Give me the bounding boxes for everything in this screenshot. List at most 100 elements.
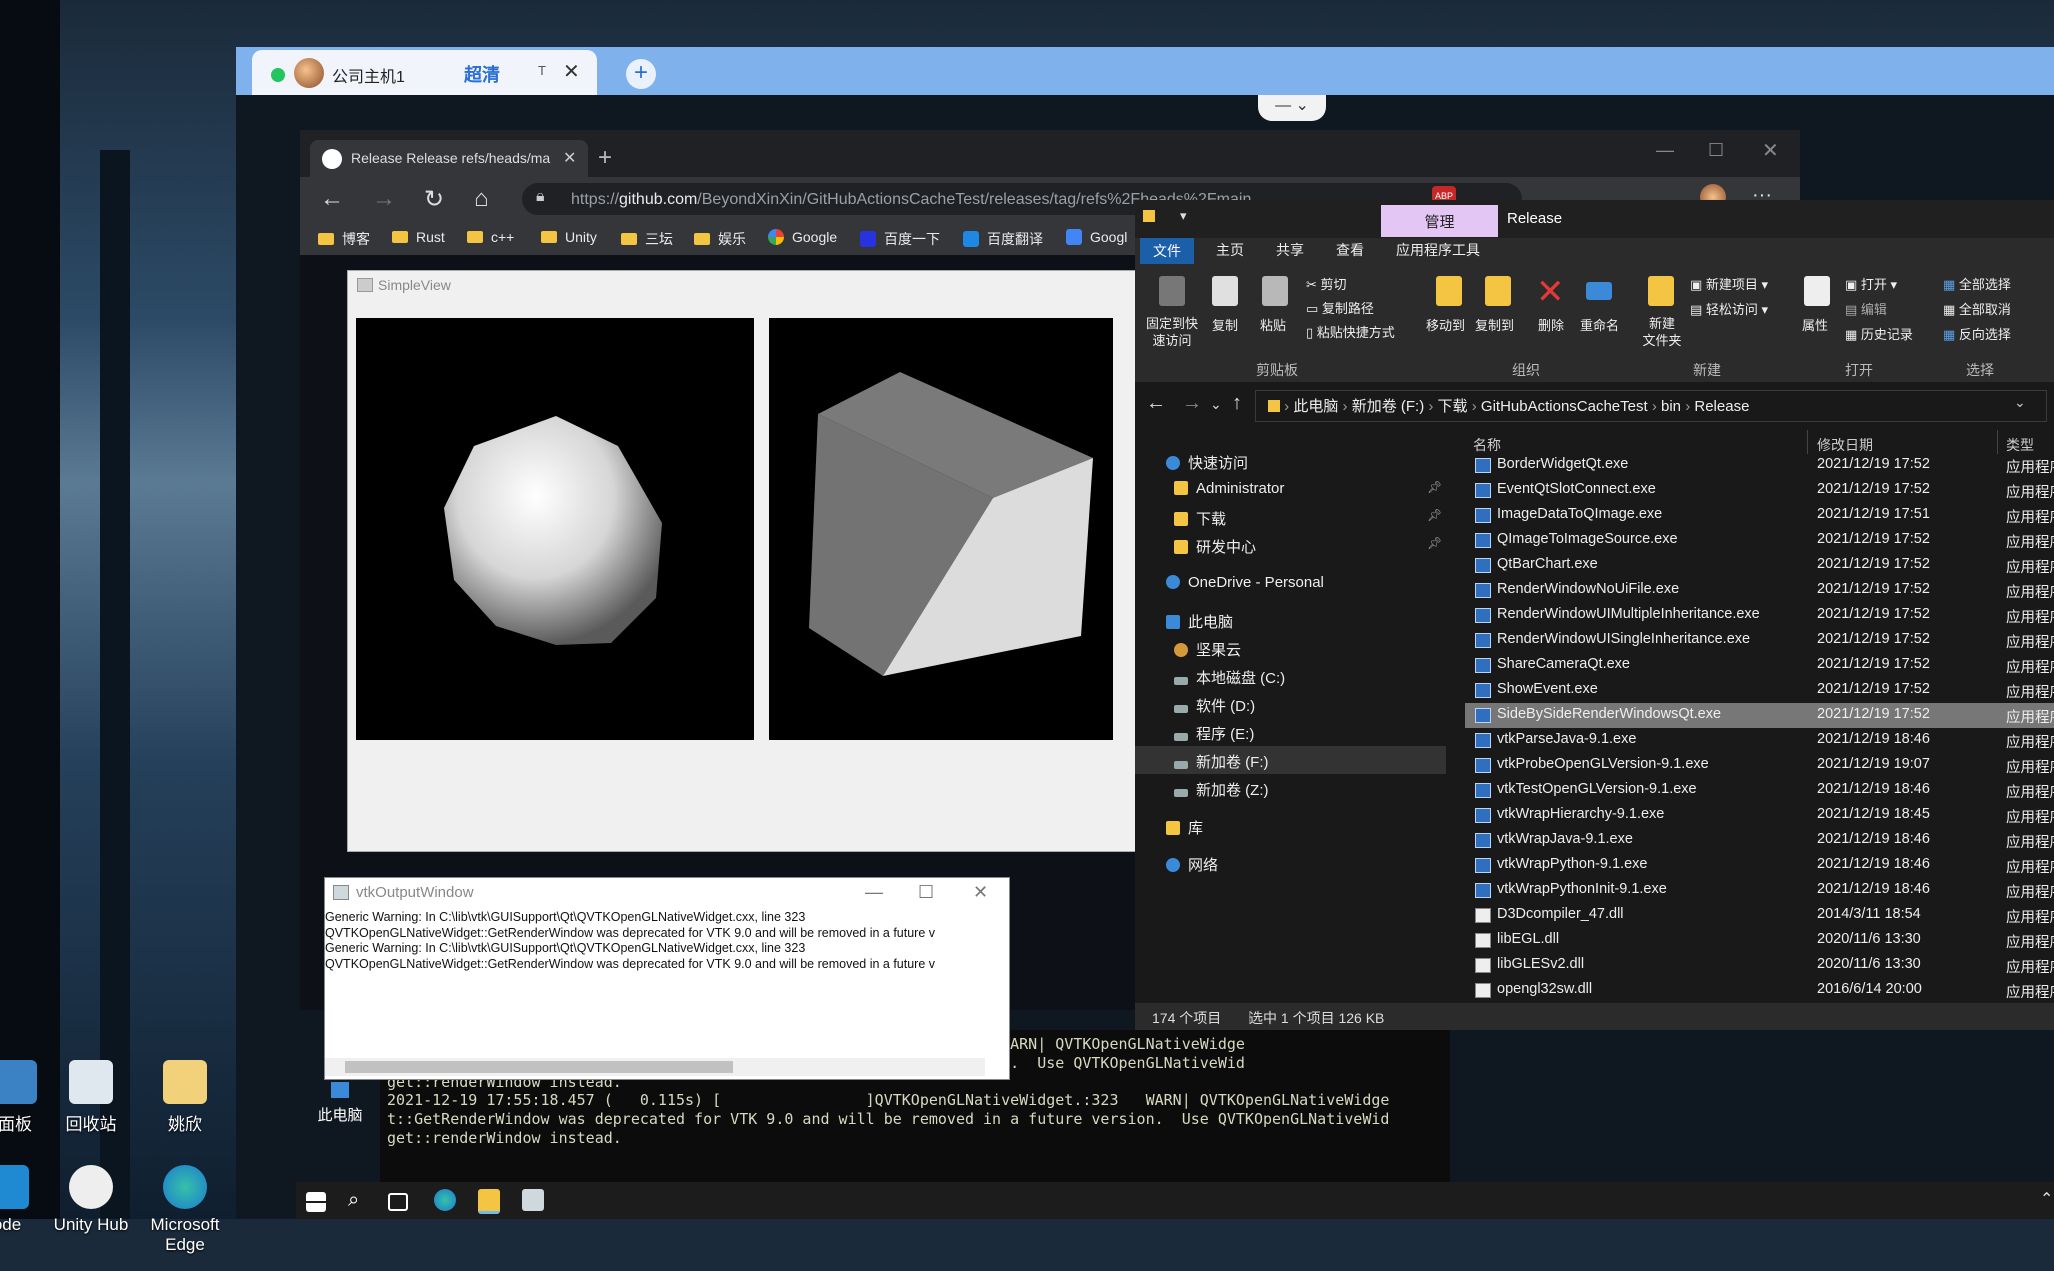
table-row[interactable]: RenderWindowUIMultipleInheritance.exe 202… <box>1465 603 2054 628</box>
table-row[interactable]: ShowEvent.exe 2021/12/19 17:52 应用程序 <box>1465 678 2054 703</box>
column-header-name[interactable]: 名称 <box>1473 435 1501 455</box>
column-divider[interactable] <box>1807 430 1808 454</box>
copy-button[interactable]: 复制 <box>1212 315 1238 334</box>
vtk-app-taskbar-icon[interactable] <box>522 1189 544 1211</box>
copy-to-button[interactable]: 复制到 <box>1475 315 1514 334</box>
bookmark-entertainment[interactable]: 娱乐 <box>694 229 746 249</box>
explorer-taskbar-icon[interactable] <box>478 1189 500 1214</box>
table-row[interactable]: BorderWidgetQt.exe 2021/12/19 17:52 应用程序 <box>1465 453 2054 478</box>
table-row[interactable]: vtkWrapPython-9.1.exe 2021/12/19 18:46 应用程… <box>1465 853 2054 878</box>
nav-drive-e[interactable]: 程序 (E:) <box>1174 723 1254 744</box>
table-row[interactable]: vtkParseJava-9.1.exe 2021/12/19 18:46 应用程序 <box>1465 728 2054 753</box>
forward-icon[interactable]: → <box>1182 392 1202 415</box>
nav-libraries[interactable]: 库 <box>1166 817 1203 838</box>
minimize-icon[interactable]: — <box>865 882 883 903</box>
close-window-icon[interactable]: ✕ <box>1762 138 1779 163</box>
nav-drive-d[interactable]: 软件 (D:) <box>1174 695 1255 716</box>
table-row[interactable]: libGLESv2.dll 2020/11/6 13:30 应用程序 <box>1465 953 2054 978</box>
bookmark-unity[interactable]: Unity <box>541 229 597 245</box>
select-none-button[interactable]: ▦ 全部取消 <box>1943 299 2011 318</box>
chevron-up-icon[interactable]: ⌃ <box>2040 1189 2053 1209</box>
history-button[interactable]: ▦ 历史记录 <box>1845 324 1913 343</box>
home-icon[interactable]: ⌂ <box>474 185 489 213</box>
table-row[interactable]: D3Dcompiler_47.dll 2014/3/11 18:54 应用程序 <box>1465 903 2054 928</box>
table-row[interactable]: ShareCameraQt.exe 2021/12/19 17:52 应用程序 <box>1465 653 2054 678</box>
bookmark-baidu-translate[interactable]: 百度翻译 <box>963 229 1043 249</box>
new-tab-button[interactable]: + <box>598 144 612 172</box>
table-row[interactable]: SideBySideRenderWindowsQt.exe 2021/12/19 … <box>1465 703 2054 728</box>
table-row[interactable]: opengl32sw.dll 2016/6/14 20:00 应用程序 <box>1465 978 2054 1003</box>
table-row[interactable]: ImageDataToQImage.exe 2021/12/19 17:51 应用程… <box>1465 503 2054 528</box>
tab-home[interactable]: 主页 <box>1216 240 1244 260</box>
close-window-icon[interactable]: ✕ <box>973 882 988 903</box>
table-row[interactable]: QImageToImageSource.exe 2021/12/19 17:52 应… <box>1465 528 2054 553</box>
table-row[interactable]: vtkWrapJava-9.1.exe 2021/12/19 18:46 应用程序 <box>1465 828 2054 853</box>
rename-button[interactable]: 重命名 <box>1580 315 1619 334</box>
table-row[interactable]: QtBarChart.exe 2021/12/19 17:52 应用程序 <box>1465 553 2054 578</box>
open-button[interactable]: ▣ 打开 ▾ <box>1845 274 1897 293</box>
nav-quick-access[interactable]: 快速访问 <box>1166 452 1248 473</box>
nav-jianguoyun[interactable]: 坚果云 <box>1174 639 1241 660</box>
task-view-icon[interactable] <box>388 1193 408 1211</box>
select-all-button[interactable]: ▦ 全部选择 <box>1943 274 2011 293</box>
desktop-icon-edge[interactable]: Microsoft Edge <box>130 1165 240 1255</box>
table-row[interactable]: vtkWrapPythonInit-9.1.exe 2021/12/19 18:4… <box>1465 878 2054 903</box>
edit-button[interactable]: ▤ 编辑 <box>1845 299 1887 318</box>
table-row[interactable]: RenderWindowUISingleInheritance.exe 2021/… <box>1465 628 2054 653</box>
nav-administrator[interactable]: Administrator <box>1174 480 1284 497</box>
table-row[interactable]: libEGL.dll 2020/11/6 13:30 应用程序 <box>1465 928 2054 953</box>
breadcrumb-downloads[interactable]: 下载 <box>1438 398 1468 415</box>
desktop-icon-user-folder[interactable]: 姚欣 <box>130 1060 240 1135</box>
breadcrumb[interactable]: › 此电脑 › 新加卷 (F:) › 下载 › GitHubActionsCac… <box>1268 395 1749 416</box>
breadcrumb-drive-f[interactable]: 新加卷 (F:) <box>1352 398 1425 415</box>
close-tab-icon[interactable]: ✕ <box>563 148 576 168</box>
render-view-sphere[interactable] <box>356 318 754 740</box>
table-row[interactable]: vtkProbeOpenGLVersion-9.1.exe 2021/12/19 … <box>1465 753 2054 778</box>
add-tab-button[interactable]: + <box>626 59 656 89</box>
tab-app-tools[interactable]: 应用程序工具 <box>1396 240 1480 260</box>
bookmark-baidu[interactable]: 百度一下 <box>860 229 940 249</box>
nav-onedrive[interactable]: OneDrive - Personal <box>1166 574 1324 591</box>
invert-selection-button[interactable]: ▦ 反向选择 <box>1943 324 2011 343</box>
bookmark-google-2[interactable]: Googl <box>1066 229 1127 245</box>
table-row[interactable]: EventQtSlotConnect.exe 2021/12/19 17:52 应用… <box>1465 478 2054 503</box>
nav-rnd-center[interactable]: 研发中心 <box>1174 536 1256 557</box>
tab-share[interactable]: 共享 <box>1276 240 1304 260</box>
paste-button[interactable]: 粘贴 <box>1260 315 1286 334</box>
render-view-cube[interactable] <box>769 318 1113 740</box>
new-folder-button[interactable]: 新建 文件夹 <box>1640 315 1684 349</box>
minimize-icon[interactable]: — <box>1656 140 1674 161</box>
breadcrumb-project[interactable]: GitHubActionsCacheTest <box>1481 398 1648 415</box>
breadcrumb-this-pc[interactable]: 此电脑 <box>1293 398 1338 415</box>
cut-button[interactable]: ✂ 剪切 <box>1306 274 1347 293</box>
remote-desktop-this-pc[interactable]: 此电脑 <box>316 1082 364 1125</box>
bookmark-rust[interactable]: Rust <box>392 229 445 245</box>
delete-button[interactable]: 删除 <box>1538 315 1564 334</box>
bookmark-google[interactable]: Google <box>768 229 837 245</box>
forward-icon[interactable]: → <box>372 185 396 213</box>
tab-manage[interactable]: 管理 <box>1381 205 1498 237</box>
nav-network[interactable]: 网络 <box>1166 854 1218 875</box>
tab-file[interactable]: 文件 <box>1140 238 1194 264</box>
nav-this-pc[interactable]: 此电脑 <box>1166 611 1233 632</box>
edge-taskbar-icon[interactable] <box>434 1189 456 1211</box>
back-icon[interactable]: ← <box>1146 392 1166 415</box>
table-row[interactable]: vtkTestOpenGLVersion-9.1.exe 2021/12/19 1… <box>1465 778 2054 803</box>
maximize-icon[interactable]: ☐ <box>1708 140 1724 161</box>
breadcrumb-bin[interactable]: bin <box>1661 398 1681 415</box>
chevron-down-icon[interactable]: ⌄ <box>2014 394 2026 411</box>
copy-path-button[interactable]: ▭ 复制路径 <box>1306 298 1374 317</box>
easy-access-button[interactable]: ▤ 轻松访问 ▾ <box>1690 299 1768 318</box>
nav-drive-z[interactable]: 新加卷 (Z:) <box>1174 779 1269 800</box>
breadcrumb-release[interactable]: Release <box>1694 398 1749 415</box>
table-row[interactable]: RenderWindowNoUiFile.exe 2021/12/19 17:52… <box>1465 578 2054 603</box>
column-divider[interactable] <box>1997 430 1998 454</box>
column-header-date[interactable]: 修改日期 <box>1817 435 1873 455</box>
paste-shortcut-button[interactable]: ▯ 粘贴快捷方式 <box>1306 322 1395 341</box>
move-to-button[interactable]: 移动到 <box>1426 315 1465 334</box>
nav-downloads[interactable]: 下载 <box>1174 508 1226 529</box>
lock-icon[interactable]: 🔒︎ <box>536 188 545 206</box>
new-item-button[interactable]: ▣ 新建项目 ▾ <box>1690 274 1768 293</box>
up-icon[interactable]: ↑ <box>1232 392 1242 415</box>
properties-button[interactable]: 属性 <box>1802 315 1828 334</box>
